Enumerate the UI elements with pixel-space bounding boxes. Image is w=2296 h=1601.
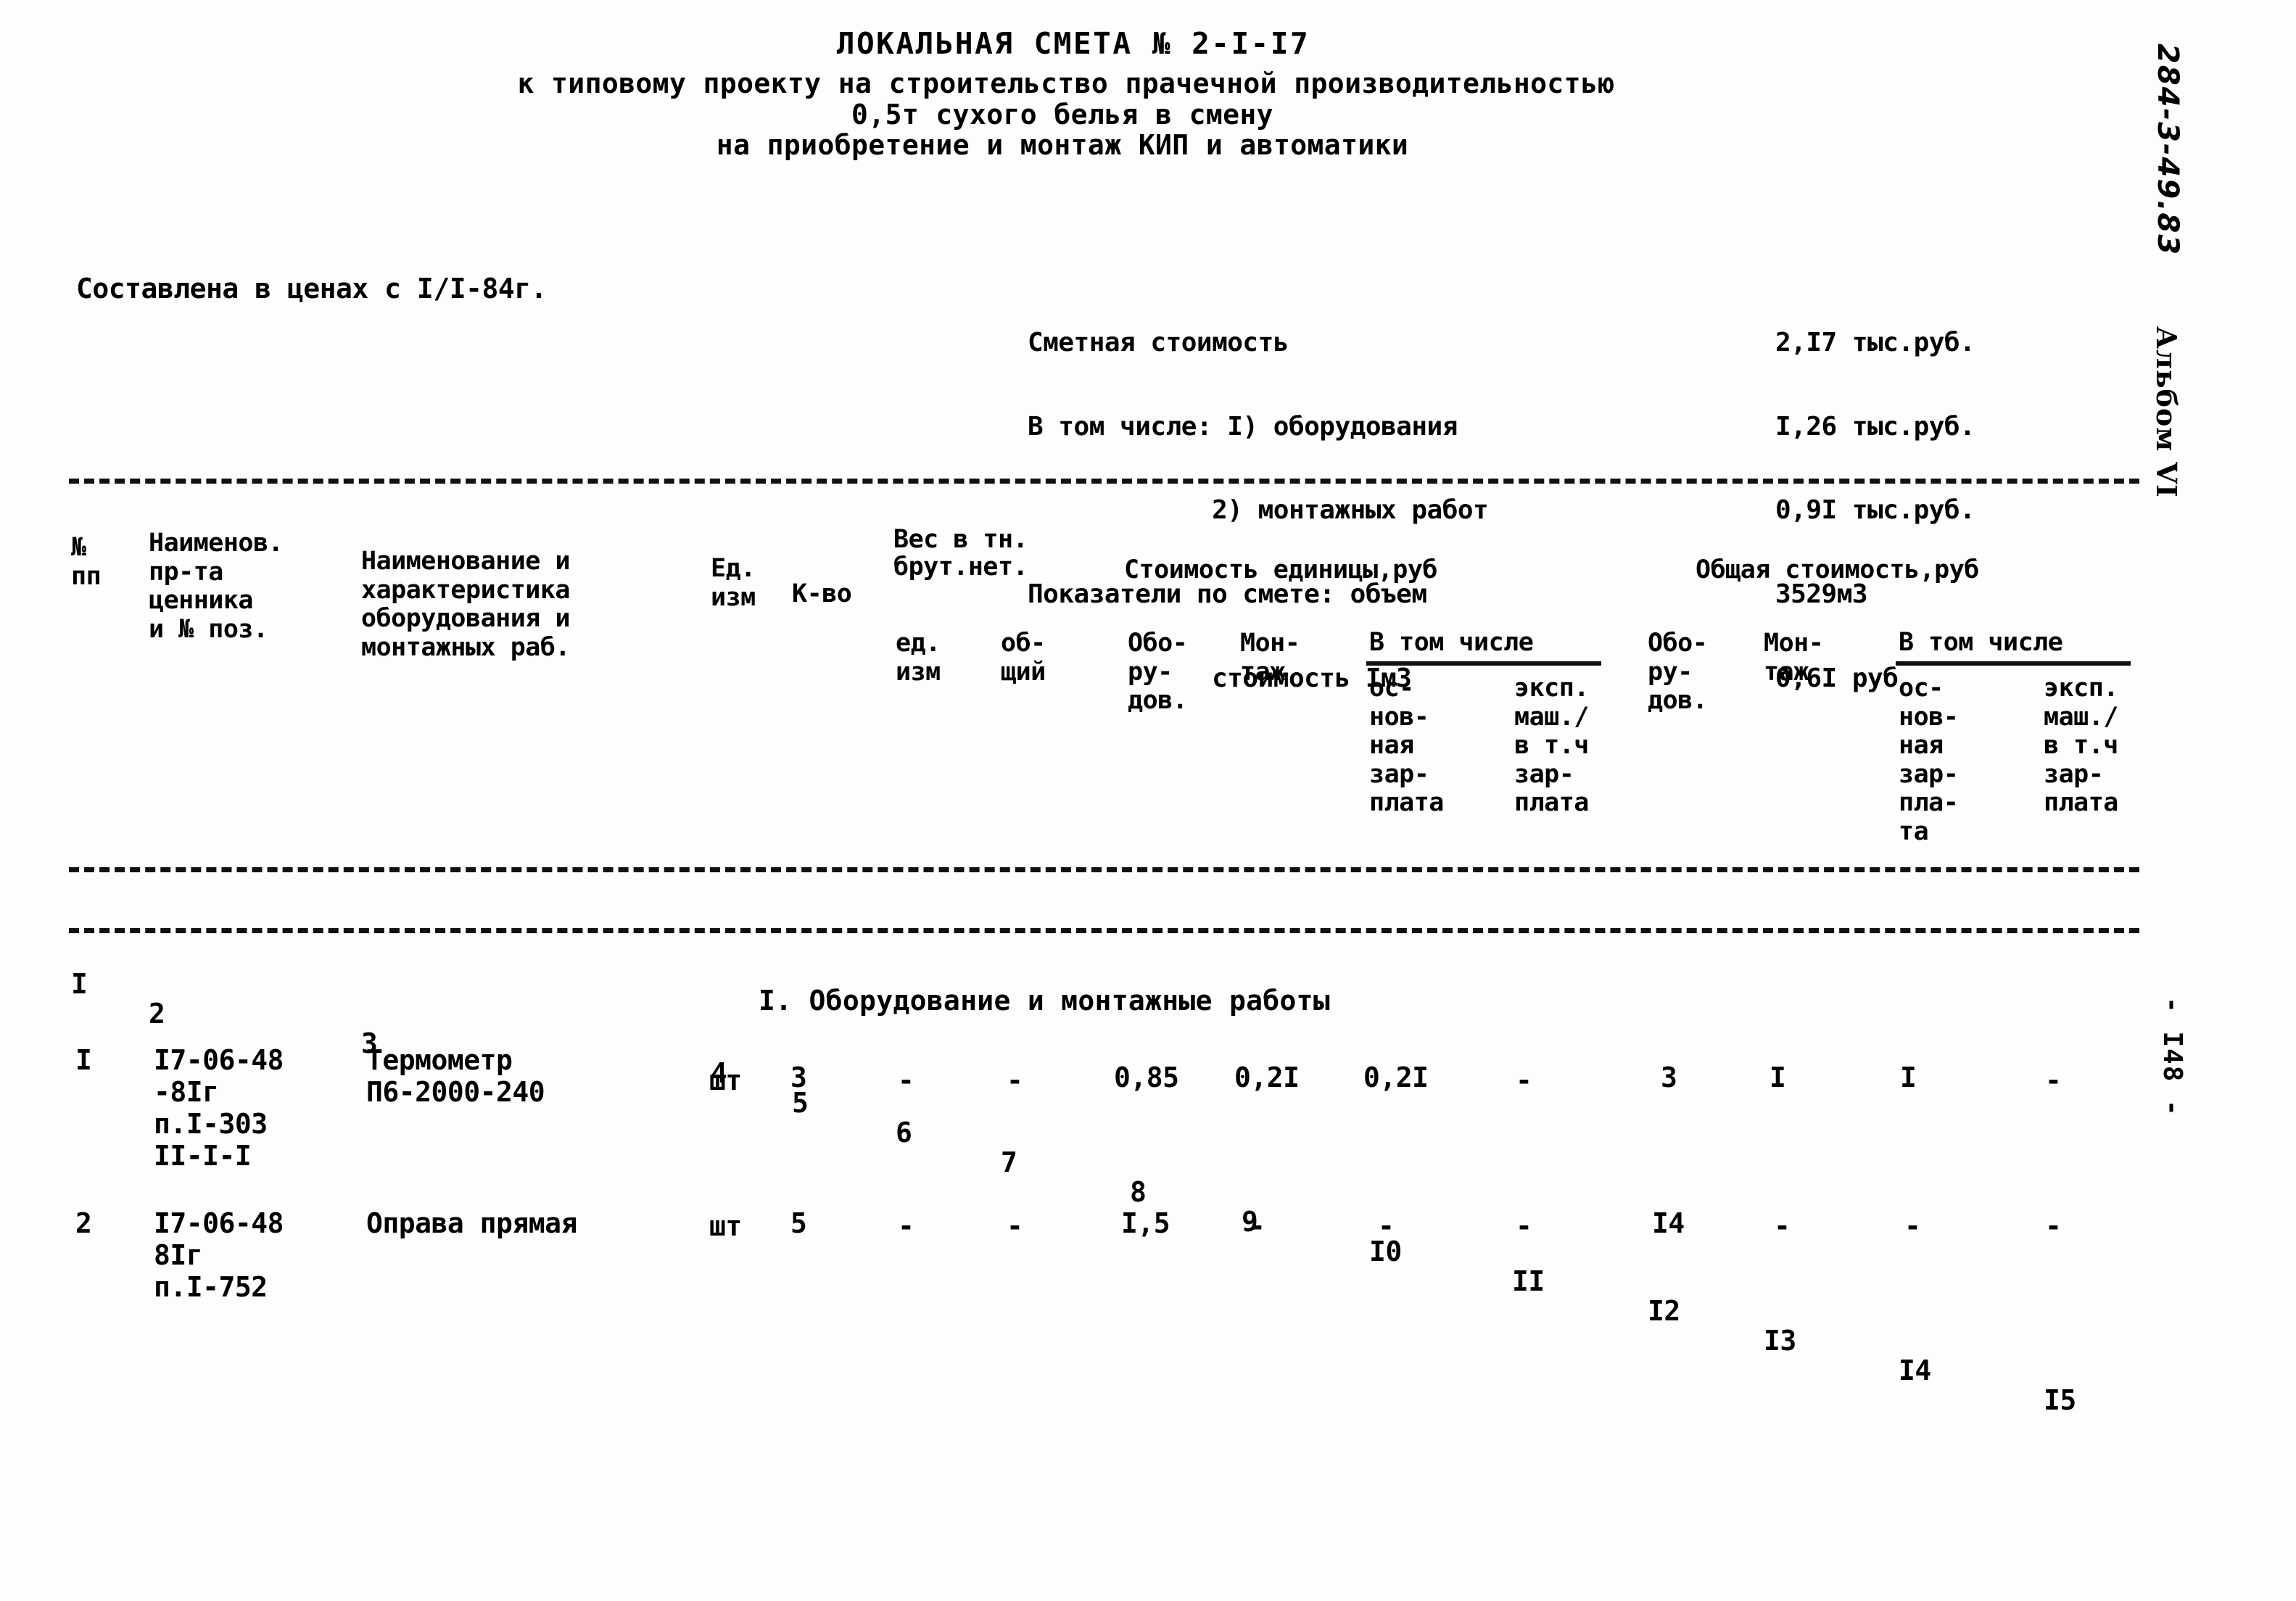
unit-included-rule <box>1366 661 1601 666</box>
column-number: I4 <box>1899 1354 1931 1387</box>
row-total-basic-wage: - <box>1904 1210 1921 1242</box>
prices-basis-note: Составлена в ценах с I/I-84г. <box>76 273 547 305</box>
row-total-basic-wage: I <box>1900 1062 1917 1093</box>
row-total-machine-wage: - <box>2045 1064 2062 1096</box>
summary-value: I,26 тыс.руб. <box>1775 411 1975 442</box>
summary-value: 3529м3 <box>1775 579 1868 609</box>
header-col-3: Наименование и характеристика оборудован… <box>361 547 571 662</box>
row-quantity: 5 <box>790 1207 807 1239</box>
section-heading: I. Оборудование и монтажные работы <box>758 985 1331 1017</box>
header-col-9: Мон- таж <box>1240 629 1300 687</box>
header-group-unit-cost: Стоимость единицы,руб <box>1124 555 1438 584</box>
header-col-12: Обо- ру- дов. <box>1648 629 1708 716</box>
header-col-5: К-во <box>792 579 852 608</box>
row-name: Оправа прямая <box>366 1207 577 1239</box>
column-number: I2 <box>1648 1295 1680 1328</box>
column-number: I3 <box>1764 1325 1796 1357</box>
summary-value: 2,I7 тыс.руб. <box>1775 327 1975 357</box>
row-unit-basic-wage: - <box>1378 1210 1395 1242</box>
header-group-weight: Вес в тн. брут.нет. <box>893 525 1028 582</box>
row-number: 2 <box>75 1207 92 1239</box>
summary-labels: Сметная стоимость В том числе: I) оборуд… <box>1028 273 1489 692</box>
row-total-install: - <box>1774 1210 1791 1242</box>
column-number-divider <box>69 928 2139 933</box>
summary-label: В том числе: I) оборудования <box>1028 411 1458 442</box>
row-unit: шт <box>709 1210 742 1242</box>
page-title: ЛОКАЛЬНАЯ СМЕТА № 2-I-I7 <box>836 26 1310 61</box>
document-sheet: ЛОКАЛЬНАЯ СМЕТА № 2-I-I7 к типовому прое… <box>0 0 2296 1601</box>
row-weight-total: - <box>1007 1210 1023 1242</box>
header-col-13: Мон- таж <box>1764 629 1824 687</box>
row-total-machine-wage: - <box>2045 1210 2062 1242</box>
header-col-15: эксп. маш./ в т.ч зар- плата <box>2044 674 2118 818</box>
header-group-unit-included: В том числе <box>1369 628 1534 657</box>
column-number: 8 <box>1130 1176 1147 1209</box>
column-number-row: I 2 3 4 5 6 7 8 9 I0 II I2 I3 I4 I5 <box>0 940 2296 1415</box>
row-unit-install: - <box>1249 1210 1265 1242</box>
row-unit-machine-wage: - <box>1516 1064 1532 1096</box>
header-col-6: ед. изм <box>896 629 941 687</box>
row-price-reference: I7-06-48 -8Iг п.I-303 II-I-I <box>154 1044 284 1172</box>
row-unit-machine-wage: - <box>1516 1210 1532 1242</box>
subtitle-line-3: на приобретение и монтаж КИП и автоматик… <box>716 129 1409 161</box>
row-price-reference: I7-06-48 8Iг п.I-752 <box>154 1207 284 1304</box>
header-col-2: Наименов. пр-та ценника и № поз. <box>149 529 284 644</box>
table-header-divider <box>69 867 2139 872</box>
row-total-equipment: 3 <box>1661 1062 1677 1093</box>
margin-project-code: 284-3-49.83 <box>2151 44 2184 257</box>
margin-page-number: - I48 - <box>2157 997 2187 1117</box>
summary-label: Показатели по смете: объем <box>1028 579 1427 609</box>
header-col-1: № пп <box>71 533 102 591</box>
header-col-14: ос- нов- ная зар- пла- та <box>1899 674 1959 846</box>
row-total-install: I <box>1770 1062 1786 1093</box>
summary-label: 2) монтажных работ <box>1028 495 1489 526</box>
row-weight-total: - <box>1007 1064 1023 1096</box>
header-group-total-included: В том числе <box>1899 628 2063 657</box>
column-number: 7 <box>1001 1146 1017 1179</box>
row-number: I <box>75 1044 92 1076</box>
header-group-total-cost: Общая стоимость,руб <box>1696 555 1979 584</box>
subtitle-line-1: к типовому проекту на строительство прач… <box>517 67 1615 99</box>
row-unit: шт <box>709 1064 742 1096</box>
margin-album-label: Альбом VI <box>2150 326 2183 498</box>
summary-label: Сметная стоимость <box>1028 327 1289 357</box>
subtitle-line-2: 0,5т сухого белья в смену <box>851 99 1273 131</box>
total-included-rule <box>1896 661 2131 666</box>
row-weight-unit: - <box>898 1064 914 1096</box>
scanned-page: ЛОКАЛЬНАЯ СМЕТА № 2-I-I7 к типовому прое… <box>0 0 2296 1601</box>
summary-value: 0,9I тыс.руб. <box>1775 495 1975 526</box>
summary-values: 2,I7 тыс.руб. I,26 тыс.руб. 0,9I тыс.руб… <box>1775 273 1975 692</box>
row-unit-install: 0,2I <box>1234 1062 1300 1093</box>
header-col-10: ос- нов- ная зар- плата <box>1369 674 1444 818</box>
row-quantity: 3 <box>790 1062 807 1093</box>
column-number: 6 <box>896 1117 912 1149</box>
header-col-7: об- щий <box>1001 629 1046 687</box>
row-unit-equipment: I,5 <box>1121 1207 1170 1239</box>
row-unit-equipment: 0,85 <box>1114 1062 1179 1093</box>
row-unit-basic-wage: 0,2I <box>1363 1062 1429 1093</box>
header-col-8: Обо- ру- дов. <box>1128 629 1188 716</box>
header-col-11: эксп. маш./ в т.ч зар- плата <box>1514 674 1589 818</box>
table-top-divider <box>69 479 2139 484</box>
column-number: I5 <box>2044 1384 2076 1417</box>
row-weight-unit: - <box>898 1210 914 1242</box>
row-name: Термометр П6-2000-240 <box>366 1044 545 1109</box>
row-total-equipment: I4 <box>1652 1207 1685 1239</box>
header-col-4: Ед. изм <box>711 554 756 612</box>
column-number: II <box>1512 1265 1545 1298</box>
